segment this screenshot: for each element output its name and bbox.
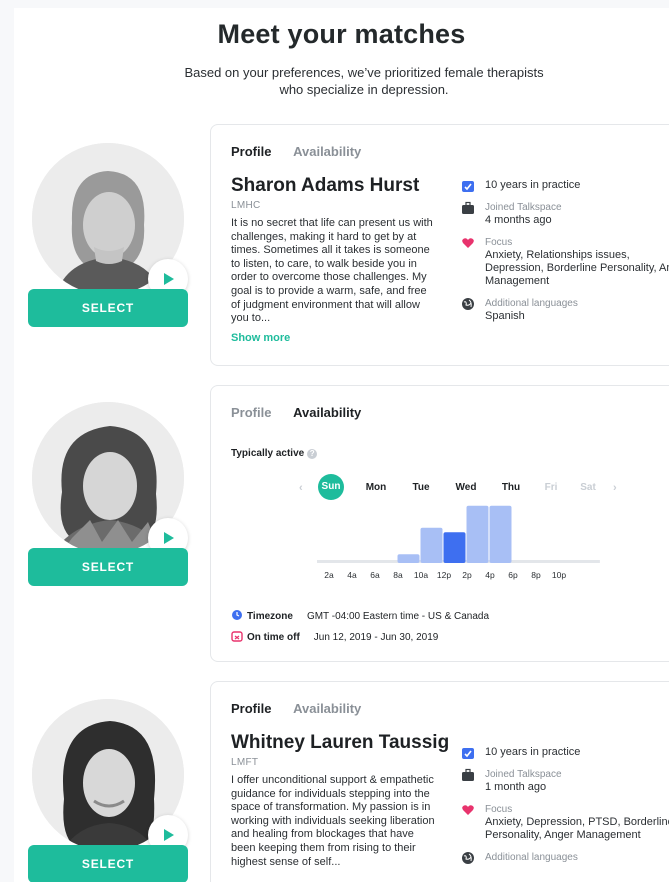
play-icon [164,829,174,841]
select-button-3[interactable]: SELECT [28,845,188,882]
day-fri[interactable]: Fri [536,482,566,493]
hour-tick-label: 8p [531,570,541,580]
tab-availability[interactable]: Availability [293,144,361,159]
tab-profile[interactable]: Profile [231,144,271,159]
chevron-left-icon[interactable]: ‹ [299,482,303,494]
matches-page: Meet your matches Based on your preferen… [14,8,669,882]
heart-icon [462,805,474,815]
hour-tick-label: 2p [462,570,472,580]
tab-availability[interactable]: Availability [293,405,361,420]
timeoff-row: On time off Jun 12, 2019 - Jun 30, 2019 [231,630,438,643]
briefcase-icon [462,201,474,214]
day-sun[interactable]: Sun [318,474,344,500]
therapist-card-1: Profile Availability Sharon Adams Hurst … [210,124,669,366]
select-button-1[interactable]: SELECT [28,289,188,327]
globe-icon [462,298,474,310]
help-icon[interactable]: ? [307,449,318,459]
hour-tick-label: 12p [436,570,452,580]
hour-tick-label: 6a [370,570,380,580]
therapist-card-2: Profile Availability Typically active? ‹… [210,385,669,662]
hour-tick-label: 8a [393,570,403,580]
day-wed[interactable]: Wed [451,482,481,493]
tab-profile[interactable]: Profile [231,405,271,420]
practice-fact: 10 years in practice [461,746,669,759]
chevron-right-icon[interactable]: › [613,482,617,494]
typically-active-label: Typically active? [231,448,318,459]
day-tue[interactable]: Tue [406,482,436,493]
joined-fact: Joined Talkspace 4 months ago [461,201,669,227]
day-sat[interactable]: Sat [573,482,603,493]
therapist-name: Sharon Adams Hurst [231,175,420,196]
chart-bar [420,527,443,563]
calendar-check-icon [462,181,474,192]
languages-fact: Additional languages [461,851,669,864]
globe-icon [462,852,474,864]
hour-tick-label: 6p [508,570,518,580]
play-icon [164,273,174,285]
practice-fact: 10 years in practice [461,179,669,192]
day-mon[interactable]: Mon [361,482,391,493]
therapist-bio: It is no secret that life can present us… [231,217,433,325]
chart-bar [443,532,466,563]
chart-bar [489,505,512,563]
therapist-credential: LMFT [231,757,259,768]
play-icon [164,532,174,544]
chart-bar [397,554,420,563]
therapist-avatar-2[interactable] [32,402,188,558]
show-more-link[interactable]: Show more [231,332,290,344]
tab-profile[interactable]: Profile [231,701,271,716]
calendar-off-icon [231,631,243,642]
card-tabs: Profile Availability [231,701,379,716]
heart-icon [462,238,474,248]
card-tabs: Profile Availability [231,144,379,159]
page-title: Meet your matches [217,19,466,49]
hour-tick-label: 10a [413,570,429,580]
focus-fact: Focus Anxiety, Depression, PTSD, Borderl… [461,803,669,842]
day-thu[interactable]: Thu [496,482,526,493]
therapist-name: Whitney Lauren Taussig [231,732,450,753]
timezone-row: Timezone GMT -04:00 Eastern time - US & C… [231,609,489,622]
briefcase-icon [462,768,474,781]
hour-tick-label: 4p [485,570,495,580]
hour-tick-label: 10p [551,570,567,580]
therapist-avatar-3[interactable] [32,699,188,855]
joined-fact: Joined Talkspace 1 month ago [461,768,669,794]
therapist-card-3: Profile Availability Whitney Lauren Taus… [210,681,669,882]
page-subtitle: Based on your preferences, we’ve priorit… [184,65,544,97]
calendar-check-icon [462,748,474,759]
availability-chart [317,505,600,563]
select-button-2[interactable]: SELECT [28,548,188,586]
hour-tick-label: 2a [324,570,334,580]
tab-availability[interactable]: Availability [293,701,361,716]
therapist-facts: 10 years in practice Joined Talkspace 4 … [461,179,669,332]
languages-fact: Additional languages Spanish [461,297,669,323]
therapist-facts: 10 years in practice Joined Talkspace 1 … [461,746,669,873]
globe-clock-icon [232,610,242,620]
chart-bar [466,505,489,563]
focus-fact: Focus Anxiety, Relationships issues, Dep… [461,236,669,288]
hour-tick-label: 4a [347,570,357,580]
therapist-credential: LMHC [231,200,261,211]
therapist-avatar-1[interactable] [32,143,188,299]
therapist-bio: I offer unconditional support & empathet… [231,774,435,868]
card-tabs: Profile Availability [231,405,379,420]
